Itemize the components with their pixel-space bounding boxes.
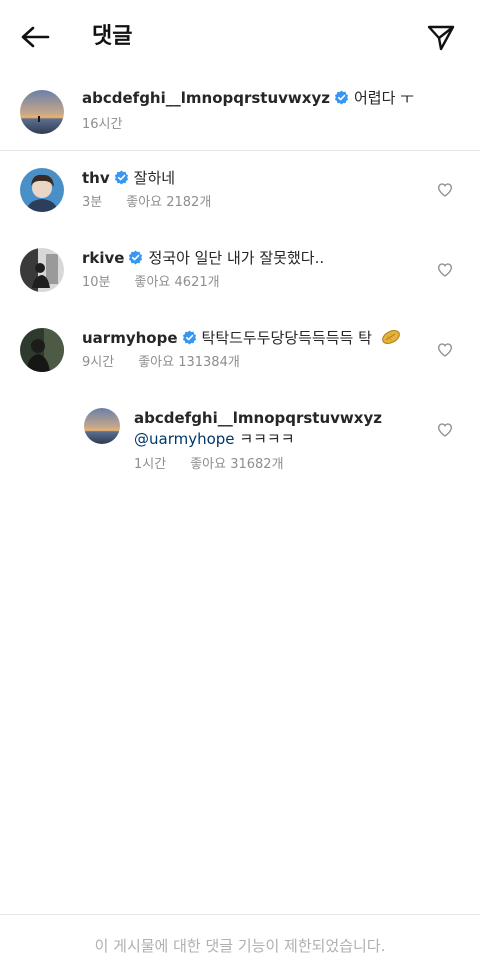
comment-time: 10분 (82, 275, 111, 290)
comment-text: rkive 정국아 일단 내가 잘못했다.. (82, 248, 324, 268)
comment-time: 3분 (82, 195, 103, 210)
arrow-left-icon (21, 26, 50, 48)
reply-time: 1시간 (134, 457, 167, 472)
sunset-avatar-image (20, 90, 64, 134)
comment-item: rkive 정국아 일단 내가 잘못했다.. 10분 좋아요 4621개 (0, 238, 480, 318)
heart-icon[interactable] (437, 342, 453, 358)
reply-text: @uarmyhope ㅋㅋㅋㅋ (134, 429, 295, 449)
comment-text: uarmyhope 탁탁드두두당당득득득득 탁 (82, 328, 401, 348)
comment-meta: 9시간 좋아요 131384개 (82, 354, 240, 372)
reply-username-line: abcdefghi__lmnopqrstuvwxyz (134, 408, 382, 428)
comment-likes[interactable]: 좋아요 4621개 (135, 274, 220, 292)
comment-body: 정국아 일단 내가 잘못했다.. (148, 249, 325, 267)
portrait-avatar-image (20, 168, 64, 212)
comments-disabled-footer: 이 게시물에 대한 댓글 기능이 제한되었습니다. (0, 914, 480, 975)
comment-text: thv 잘하네 (82, 168, 175, 188)
heart-icon[interactable] (437, 182, 453, 198)
comments-restricted-notice: 이 게시물에 대한 댓글 기능이 제한되었습니다. (94, 937, 386, 955)
peanut-emoji-icon (381, 330, 400, 344)
caption-text: abcdefghi__lmnopqrstuvwxyz 어렵다 ㅜ (82, 88, 414, 108)
reply-item: abcdefghi__lmnopqrstuvwxyz @uarmyhope ㅋㅋ… (0, 398, 480, 488)
avatar[interactable] (20, 248, 64, 292)
page-title: 댓글 (92, 24, 133, 49)
avatar[interactable] (20, 90, 64, 134)
comment-username[interactable]: rkive (82, 249, 124, 267)
reply-meta: 1시간 좋아요 31682개 (134, 456, 284, 474)
caption-body: 어렵다 ㅜ (353, 89, 414, 107)
caption-username[interactable]: abcdefghi__lmnopqrstuvwxyz (82, 89, 330, 107)
header: 댓글 (0, 0, 480, 72)
avatar[interactable] (84, 408, 120, 444)
comment-meta: 10분 좋아요 4621개 (82, 274, 220, 292)
reply-body: ㅋㅋㅋㅋ (239, 430, 295, 448)
verified-badge-icon (334, 90, 349, 105)
share-button[interactable] (424, 20, 458, 54)
comment-body: 잘하네 (133, 169, 176, 187)
avatar[interactable] (20, 168, 64, 212)
comment-body: 탁탁드두두당당득득득득 탁 (201, 329, 372, 347)
verified-badge-icon (129, 250, 143, 265)
verified-badge-icon (114, 170, 128, 185)
post-caption: abcdefghi__lmnopqrstuvwxyz 어렵다 ㅜ 16시간 (0, 78, 480, 151)
heart-icon[interactable] (437, 262, 453, 278)
comment-likes[interactable]: 좋아요 131384개 (138, 354, 240, 372)
reply-username[interactable]: abcdefghi__lmnopqrstuvwxyz (134, 409, 382, 427)
comment-item: uarmyhope 탁탁드두두당당득득득득 탁 9시간 좋아요 131384개 (0, 318, 480, 398)
paper-plane-icon (427, 25, 455, 51)
comment-username[interactable]: uarmyhope (82, 329, 178, 347)
comment-time: 9시간 (82, 355, 115, 370)
avatar[interactable] (20, 328, 64, 372)
caption-meta: 16시간 (82, 116, 122, 134)
monochrome-avatar-image (20, 248, 64, 292)
reply-mention[interactable]: @uarmyhope (134, 430, 235, 448)
heart-icon[interactable] (437, 422, 453, 438)
caption-time: 16시간 (82, 117, 123, 132)
back-button[interactable] (18, 22, 52, 52)
dark-photo-avatar-image (20, 328, 64, 372)
comment-meta: 3분 좋아요 2182개 (82, 194, 211, 212)
sunset-avatar-image (84, 408, 120, 444)
comment-username[interactable]: thv (82, 169, 110, 187)
verified-badge-icon (182, 330, 196, 345)
comment-likes[interactable]: 좋아요 2182개 (126, 194, 211, 212)
comment-item: thv 잘하네 3분 좋아요 2182개 (0, 158, 480, 238)
reply-likes[interactable]: 좋아요 31682개 (190, 456, 283, 474)
